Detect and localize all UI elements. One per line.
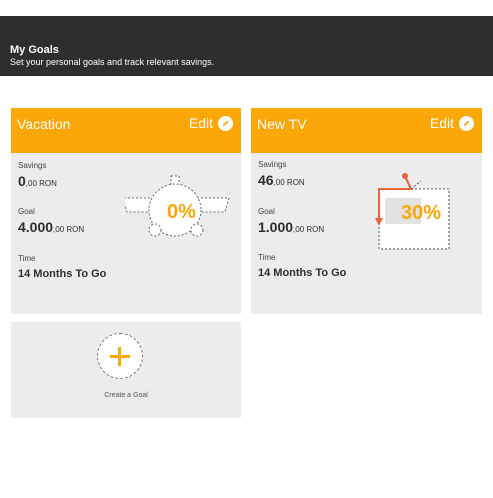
goal-card-header: New TV Edit — [251, 108, 482, 153]
savings-value: 46,00 RON — [258, 172, 305, 188]
savings-label: Savings — [18, 161, 47, 170]
time-label: Time — [18, 254, 36, 263]
pencil-icon — [218, 115, 233, 131]
page-header: My Goals Set your personal goals and tra… — [0, 16, 493, 76]
savings-label: Savings — [258, 160, 287, 169]
progress-percent: 0% — [167, 201, 196, 223]
progress-percent: 30% — [401, 202, 442, 224]
time-field: Time 14 Months To Go — [258, 253, 346, 281]
goal-name: Vacation — [17, 116, 71, 132]
edit-label: Edit — [429, 115, 454, 131]
page-title: My Goals — [10, 44, 59, 56]
page-subtitle: Set your personal goals and track releva… — [10, 57, 215, 67]
goal-value: 4.000,00 RON — [18, 219, 85, 235]
goal-label: Goal — [18, 207, 35, 216]
time-field: Time 14 Months To Go — [18, 254, 106, 282]
goal-card-vacation[interactable]: Vacation Edit Savings 0,00 RON Goal 4.00… — [11, 108, 241, 314]
goal-field: Goal 1.000,00 RON — [258, 207, 324, 238]
time-value: 14 Months To Go — [258, 267, 347, 279]
savings-field: Savings 46,00 RON — [258, 160, 305, 191]
time-label: Time — [258, 253, 276, 262]
add-icon — [97, 333, 143, 379]
goal-label: Goal — [258, 207, 275, 216]
goal-card-header: Vacation Edit — [11, 108, 241, 153]
edit-button[interactable]: Edit — [430, 115, 474, 131]
time-value: 14 Months To Go — [18, 268, 107, 280]
edit-button[interactable]: Edit — [189, 115, 233, 131]
edit-label: Edit — [188, 115, 213, 131]
create-goal-label: Create a Goal — [104, 392, 148, 399]
create-goal-button[interactable]: Create a Goal — [11, 322, 241, 418]
goal-value: 1.000,00 RON — [258, 219, 325, 235]
savings-value: 0,00 RON — [18, 173, 57, 189]
goal-card-new-tv[interactable]: New TV Edit Savings 46,00 RON Goal 1.000… — [251, 108, 482, 314]
goal-field: Goal 4.000,00 RON — [18, 207, 84, 238]
savings-field: Savings 0,00 RON — [18, 161, 57, 192]
pencil-icon — [459, 115, 474, 131]
goal-name: New TV — [257, 116, 307, 132]
